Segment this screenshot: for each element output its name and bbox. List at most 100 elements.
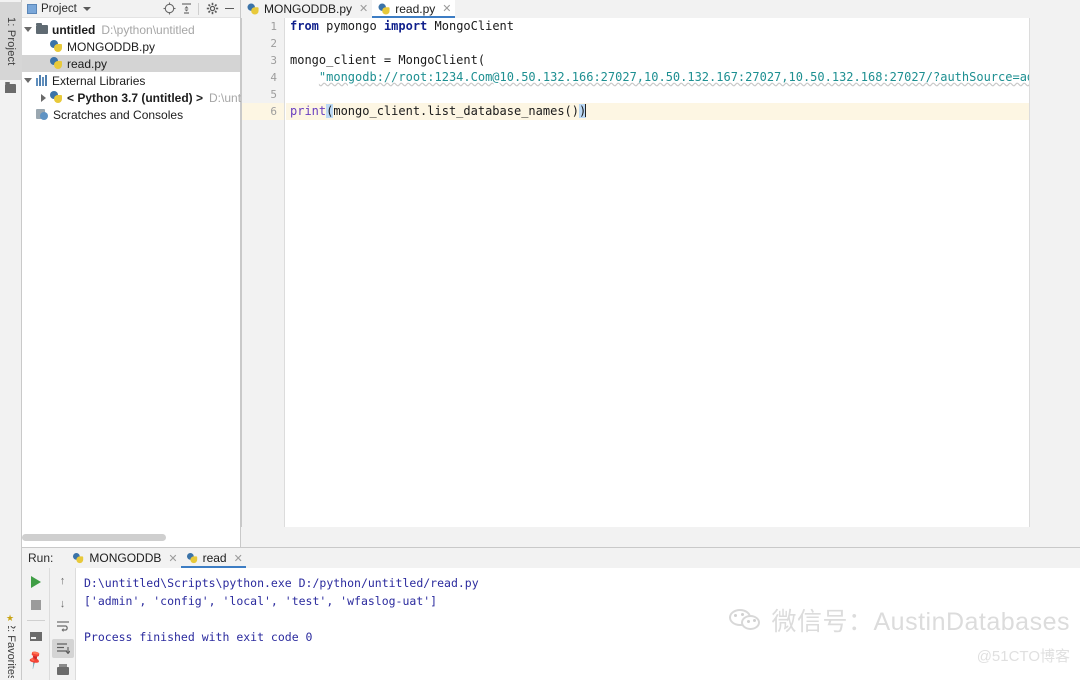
text-caret xyxy=(585,104,587,117)
code-content[interactable]: from pymongo import MongoClient mongo_cl… xyxy=(286,18,1080,527)
close-icon[interactable]: ✕ xyxy=(168,552,177,565)
chevron-down-icon[interactable] xyxy=(22,72,34,89)
connection-string: "mongodb://root:1234.Com@10.50.132.166:2… xyxy=(318,70,1080,84)
star-icon: ★ xyxy=(6,613,15,623)
project-panel: Project untitled D:\python\untitled MONG… xyxy=(22,0,256,547)
run-panel-body: 📌 ↑ ↓ D:\untitled\Scripts\python.exe D:/… xyxy=(22,568,1080,680)
sidebar-tab-project[interactable]: 1: Project xyxy=(0,2,22,80)
python-sdk-icon xyxy=(49,91,64,104)
python-file-icon xyxy=(247,3,260,15)
left-tool-strip: 1: Project ★ 2: Favorites xyxy=(0,0,22,680)
project-icon xyxy=(27,3,37,14)
code-text: mongo_client = MongoClient( xyxy=(290,53,486,67)
tree-item-path: D:\python\untitled xyxy=(101,22,195,37)
editor-tab-label: read.py xyxy=(395,2,436,16)
run-label: Run: xyxy=(28,551,54,565)
imported-name: MongoClient xyxy=(427,19,514,33)
tree-item-read-py[interactable]: read.py xyxy=(22,55,240,72)
line-number: 6 xyxy=(242,103,284,120)
console-button[interactable] xyxy=(25,627,47,646)
tree-item-label: External Libraries xyxy=(52,73,146,88)
folder-icon xyxy=(5,82,16,93)
line-number: 4 xyxy=(270,71,277,84)
function-print: print xyxy=(290,104,327,118)
run-console-output[interactable]: D:\untitled\Scripts\python.exe D:/python… xyxy=(76,568,1080,680)
tree-item-mongoddb-py[interactable]: MONGODDB.py xyxy=(22,38,240,55)
tree-item-scratches-and-consoles[interactable]: Scratches and Consoles xyxy=(22,106,240,123)
scroll-to-end-button[interactable] xyxy=(51,639,74,658)
code-line-3: mongo_client = MongoClient( xyxy=(286,52,1080,69)
run-tab-label: read xyxy=(202,551,227,565)
tree-item-label: untitled xyxy=(52,22,96,37)
run-tab-bar: Run: MONGODDB ✕ read ✕ xyxy=(22,548,1080,568)
tree-item-label: MONGODDB.py xyxy=(67,39,156,54)
python-run-icon xyxy=(73,552,84,563)
tree-item-label: Scratches and Consoles xyxy=(53,107,184,122)
console-line: Process finished with exit code 0 xyxy=(84,630,313,644)
project-panel-title: Project xyxy=(41,2,77,15)
run-toolbar-left: 📌 xyxy=(22,568,50,680)
console-line: ['admin', 'config', 'local', 'test', 'wf… xyxy=(84,594,438,608)
code-line-4: "mongodb://root:1234.Com@10.50.132.166:2… xyxy=(286,69,1080,86)
tree-item-label: < Python 3.7 (untitled) > xyxy=(67,90,204,105)
code-line-6: print(mongo_client.list_database_names()… xyxy=(286,103,1080,120)
collapse-all-icon[interactable] xyxy=(178,1,194,17)
print-button[interactable] xyxy=(52,662,74,680)
scroll-up-button[interactable]: ↑ xyxy=(52,572,74,590)
hide-panel-icon[interactable] xyxy=(221,1,237,17)
tree-item-untitled[interactable]: untitled D:\python\untitled xyxy=(22,21,240,38)
code-editor[interactable]: 1 2 3 4 5 6 from pymongo import MongoCli… xyxy=(241,18,1080,527)
project-panel-header: Project xyxy=(22,0,240,18)
pin-tab-button[interactable]: 📌 xyxy=(24,648,47,670)
scratches-icon xyxy=(35,108,50,121)
code-text: mongo_client.list_database_names() xyxy=(333,104,579,118)
python-file-icon xyxy=(49,40,64,53)
tree-item-label: read.py xyxy=(67,56,108,71)
editor-tab-mongoddb-py[interactable]: MONGODDB.py ✕ xyxy=(241,0,373,18)
run-tab-mongoddb[interactable]: MONGODDB ✕ xyxy=(67,548,180,568)
line-number: 3 xyxy=(270,54,277,67)
folder-icon xyxy=(34,22,49,34)
editor-tab-bar: MONGODDB.py ✕ read.py ✕ xyxy=(241,0,1080,18)
line-number: 1 xyxy=(270,20,277,33)
locate-target-icon[interactable] xyxy=(161,1,177,17)
run-tab-label: MONGODDB xyxy=(89,551,162,565)
project-panel-horizontal-scrollbar[interactable] xyxy=(22,534,166,541)
sidebar-tab-favorites[interactable]: 2: Favorites xyxy=(0,626,22,678)
python-file-icon xyxy=(49,57,64,70)
keyword-import: import xyxy=(383,19,428,33)
run-tab-read[interactable]: read ✕ xyxy=(180,548,247,568)
library-icon xyxy=(34,75,49,86)
chevron-down-icon[interactable] xyxy=(22,21,34,38)
rerun-button[interactable] xyxy=(25,572,47,591)
stop-button[interactable] xyxy=(25,595,47,614)
editor-scrollbar-area[interactable] xyxy=(1029,18,1080,527)
soft-wrap-button[interactable] xyxy=(52,617,74,635)
editor-tab-read-py[interactable]: read.py ✕ xyxy=(372,0,456,18)
editor-gutter[interactable]: 1 2 3 4 5 6 xyxy=(242,18,285,527)
editor-tab-label: MONGODDB.py xyxy=(264,2,353,16)
line-number: 2 xyxy=(270,37,277,50)
tree-item-python-sdk[interactable]: < Python 3.7 (untitled) > D:\untitle xyxy=(22,89,256,106)
close-icon[interactable]: ✕ xyxy=(359,3,368,15)
console-line: D:\untitled\Scripts\python.exe D:/python… xyxy=(84,576,479,590)
run-tool-window: Run: MONGODDB ✕ read ✕ 📌 ↑ ↓ D:\untitled… xyxy=(22,547,1080,680)
code-line-1: from pymongo import MongoClient xyxy=(286,18,1080,35)
keyword-from: from xyxy=(290,19,319,33)
run-toolbar-right: ↑ ↓ xyxy=(50,568,76,680)
pycharm-window: 1: Project ★ 2: Favorites Project untitl… xyxy=(0,0,1080,680)
python-file-icon xyxy=(378,3,391,15)
project-tree: untitled D:\python\untitled MONGODDB.py … xyxy=(22,18,256,123)
tree-item-external-libraries[interactable]: External Libraries xyxy=(22,72,240,89)
chevron-right-icon[interactable] xyxy=(37,89,49,106)
python-run-icon xyxy=(186,552,198,563)
gear-icon[interactable] xyxy=(204,1,220,17)
close-icon[interactable]: ✕ xyxy=(442,3,451,15)
chevron-down-icon[interactable] xyxy=(82,6,91,11)
module-name: pymongo xyxy=(318,19,384,33)
scroll-down-button[interactable]: ↓ xyxy=(52,594,74,612)
close-icon[interactable]: ✕ xyxy=(234,552,243,565)
